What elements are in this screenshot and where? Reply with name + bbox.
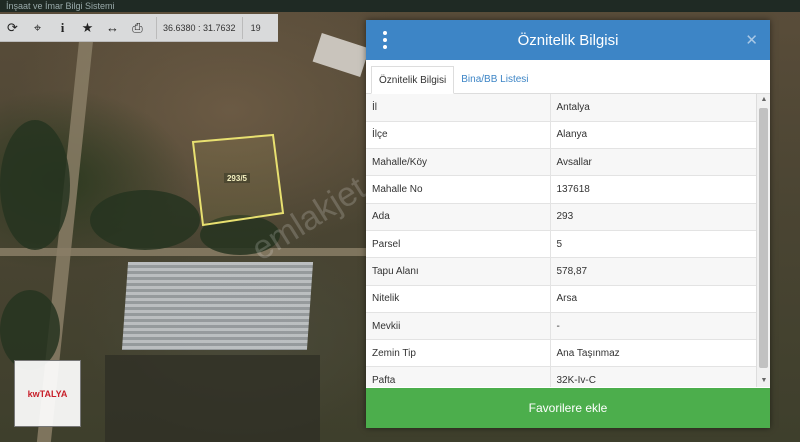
table-row: İl Antalya [366,94,756,122]
coordinate-readout: 36.6380 : 31.7632 [156,16,243,39]
attribute-value: Antalya [550,94,756,122]
attribute-value: 32K-Iv-C [550,366,756,387]
table-row: Zemin Tip Ana Taşınmaz [366,339,756,368]
attribute-table: İl Antalya İlçe Alanya Mahalle/Köy Avsallar Ma… [366,94,756,387]
measure-button[interactable]: ↔ [100,14,125,42]
scroll-up-arrow-icon[interactable]: ▲ [757,94,771,106]
top-strip-text: İnşaat ve İmar Bilgi Sistemi [6,1,115,11]
top-strip: İnşaat ve İmar Bilgi Sistemi [0,0,800,12]
panel-tabs: Öznitelik Bilgisi Bina/BB Listesi [366,60,770,94]
panel-scrollbar[interactable]: ▲ ▼ [756,94,770,387]
table-row: Nitelik Arsa [366,285,756,313]
info-button[interactable]: i [50,14,75,42]
table-row: Parsel 5 [366,230,756,259]
logo-text: kwTALYA [27,388,68,399]
scroll-down-arrow-icon[interactable]: ▼ [757,375,771,387]
attribute-value: 293 [550,203,756,231]
info-icon: i [60,19,65,35]
crosshair-icon: ⌖ [33,19,42,35]
attribute-key: İl [366,94,551,122]
table-row: Mevkii - [366,312,756,341]
scroll-thumb[interactable] [759,108,768,368]
attribute-value: 137618 [550,175,756,204]
parcel-label: 293/5 [227,174,248,183]
attribute-key: Zemin Tip [366,339,551,368]
refresh-icon: ⟳ [7,19,18,35]
attribute-key: Pafta [366,366,551,387]
star-icon: ★ [81,19,94,35]
attribute-value: Arsa [550,285,756,313]
attribute-value: Ana Taşınmaz [550,339,756,368]
add-favorite-button[interactable]: Favorilere ekle [366,388,770,428]
attribute-key: Mahalle No [366,175,551,204]
attribute-key: Mahalle/Köy [366,148,551,177]
attribute-key: İlçe [366,121,551,150]
refresh-button[interactable]: ⟳ [0,14,25,42]
attribute-value: 578,87 [550,257,756,286]
attribute-value: - [550,312,756,341]
attribute-value: 5 [550,230,756,259]
attribute-key: Tapu Alanı [366,257,551,286]
table-row: Ada 293 [366,203,756,231]
table-row: Tapu Alanı 578,87 [366,257,756,286]
locate-button[interactable]: ⌖ [25,14,50,42]
table-row: İlçe Alanya [366,121,756,150]
agency-logo: kwTALYA [14,360,81,427]
tab-building-list[interactable]: Bina/BB Listesi [454,65,535,93]
tab-attributes[interactable]: Öznitelik Bilgisi [371,66,455,94]
attribute-key: Nitelik [366,285,551,313]
table-row: Mahalle/Köy Avsallar [366,148,756,177]
favorites-button[interactable]: ★ [75,14,100,42]
print-button[interactable]: ⎙ [125,14,150,42]
panel-header: Öznitelik Bilgisi ✕ [366,20,770,60]
attribute-value: Alanya [550,121,756,150]
map-toolbar: ⟳ ⌖ i ★ ↔ ⎙ 36.6380 : 31.7632 19 [0,14,278,42]
print-icon: ⎙ [132,19,143,35]
zoom-level: 19 [250,22,261,33]
attribute-value: Avsallar [550,148,756,177]
kebab-menu-icon[interactable] [380,31,390,49]
table-row: Pafta 32K-Iv-C [366,366,756,387]
panel-title: Öznitelik Bilgisi [517,31,619,49]
measure-icon: ↔ [106,20,119,35]
table-row: Mahalle No 137618 [366,175,756,204]
attribute-key: Ada [366,203,551,231]
attribute-key: Parsel [366,230,551,259]
close-icon[interactable]: ✕ [745,31,758,49]
attribute-key: Mevkii [366,312,551,341]
attribute-panel: Öznitelik Bilgisi ✕ Öznitelik Bilgisi Bi… [366,20,770,428]
